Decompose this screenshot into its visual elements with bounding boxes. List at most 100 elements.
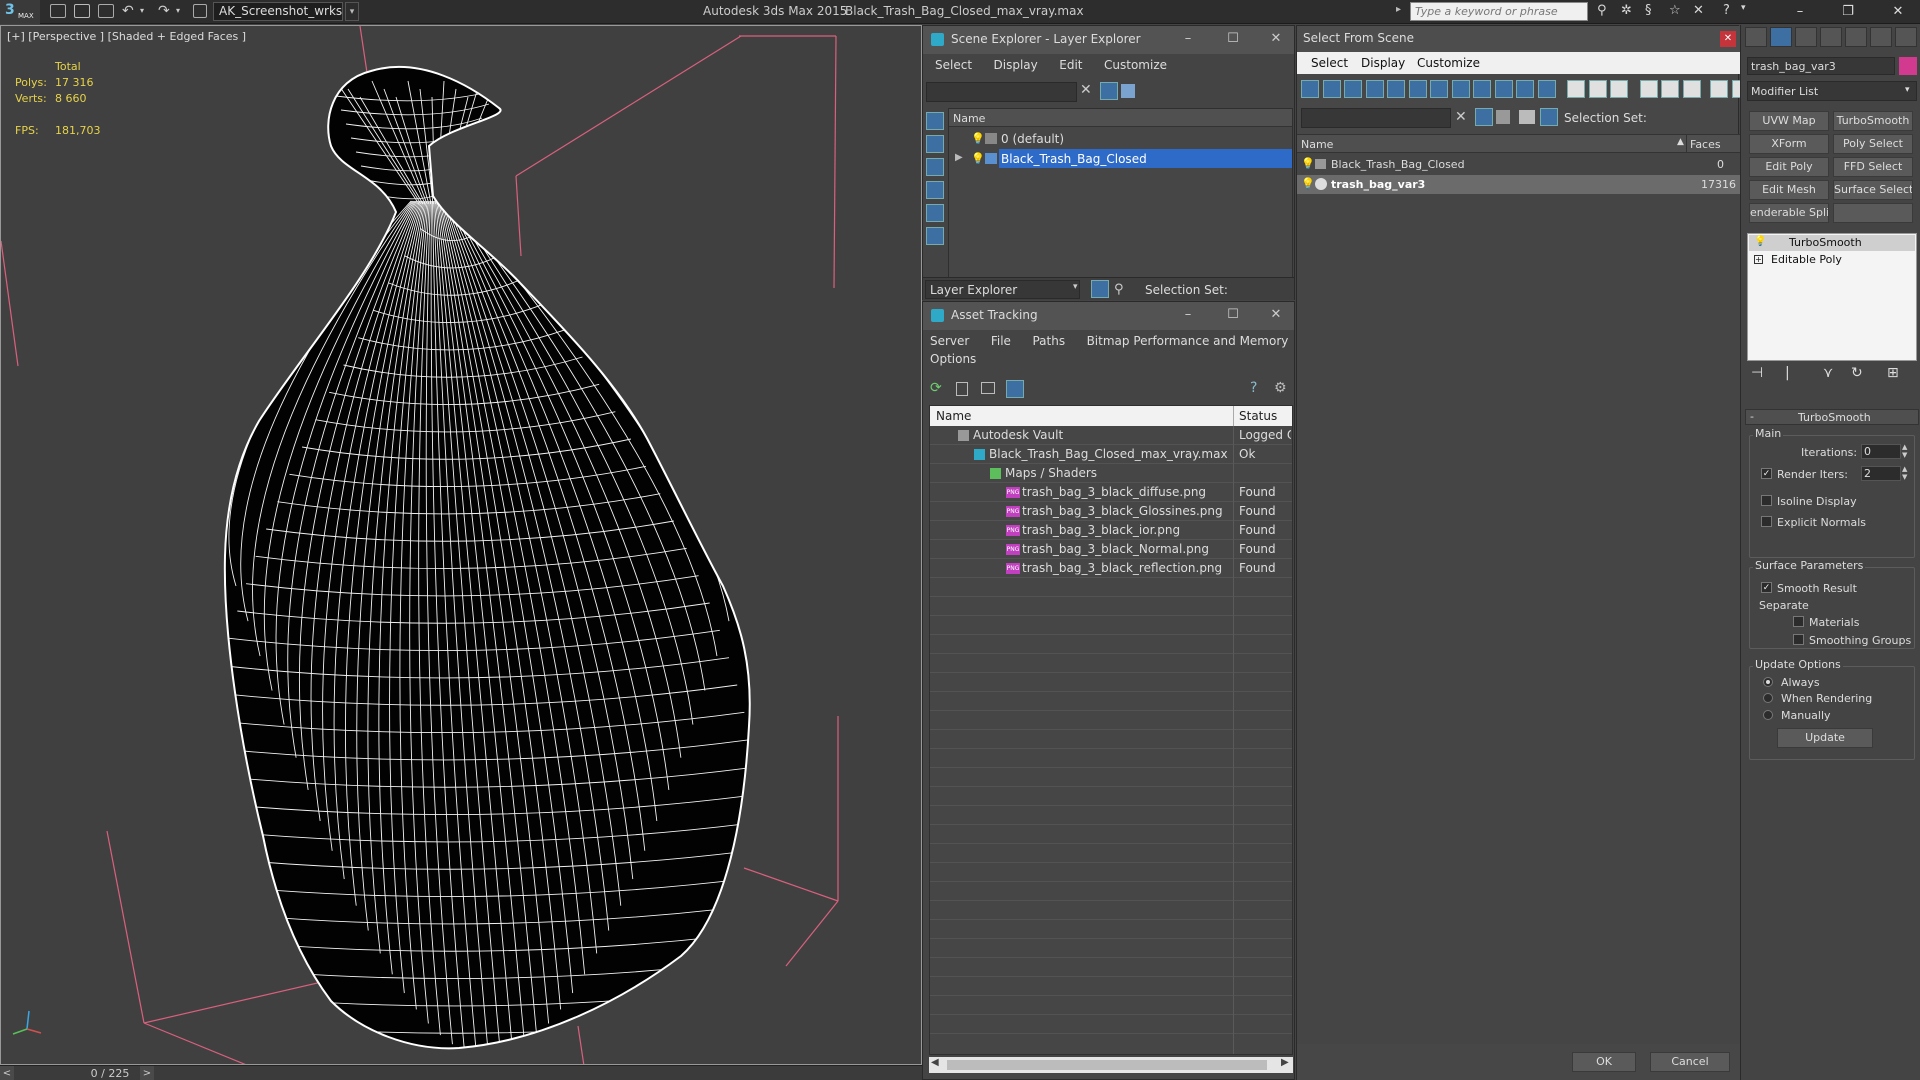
when-rendering-radio[interactable] (1763, 693, 1773, 703)
spinner-arrows-icon[interactable]: ▲ ▼ (1902, 443, 1907, 459)
workspace-dropdown[interactable]: AK_Screenshot_wrksp (213, 2, 343, 21)
explorer-type-dropdown[interactable]: Layer Explorer (925, 280, 1080, 299)
column-header-faces[interactable]: Faces (1690, 138, 1721, 151)
new-file-icon[interactable] (50, 4, 66, 18)
expand-arrow-icon[interactable]: ▶ (955, 152, 963, 163)
display-cameras-icon[interactable] (926, 181, 944, 199)
expand-plus-icon[interactable]: + (1754, 255, 1763, 264)
materials-checkbox[interactable] (1793, 616, 1804, 627)
stack-item-editable-poly[interactable]: + Editable Poly (1749, 252, 1915, 268)
cameras-icon[interactable] (1365, 80, 1384, 98)
layer-row-black-trash-bag-closed[interactable]: Black_Trash_Bag_Closed (999, 149, 1292, 168)
search-input[interactable]: Type a keyword or phrase (1410, 2, 1588, 21)
manually-radio[interactable] (1763, 710, 1773, 720)
modifier-button[interactable]: Surface Select (1833, 180, 1913, 200)
select-invert-icon[interactable] (1682, 80, 1701, 98)
select-from-scene-titlebar[interactable]: Select From Scene ✕ (1297, 26, 1740, 52)
display-geometry-icon[interactable] (926, 112, 944, 130)
asset-tracking-titlebar[interactable]: Asset Tracking – ☐ ✕ (923, 302, 1294, 330)
layer-sort-icon[interactable] (1519, 110, 1535, 124)
column-header-name[interactable]: Name (949, 109, 1292, 127)
settings-icon[interactable]: ⚙ (1274, 380, 1287, 396)
column-header-name[interactable]: Name (1301, 138, 1333, 151)
perspective-viewport[interactable]: [+] [Perspective ] [Shaded + Edged Faces… (0, 25, 922, 1065)
asset-row[interactable]: PNG trash_bag_3_black_diffuse.png Found (930, 483, 1292, 502)
select-none-icon[interactable] (1661, 80, 1679, 98)
xrefs-icon[interactable] (1451, 80, 1470, 98)
redo-dropdown-icon[interactable]: ▾ (176, 2, 180, 20)
lightbulb-icon[interactable]: 💡 (1754, 236, 1766, 247)
display-shapes-icon[interactable] (926, 135, 944, 153)
pin-stack-icon[interactable]: ⊣ (1751, 365, 1763, 381)
app-menu-button[interactable]: 3 MAX (0, 0, 40, 24)
select-all-icon[interactable] (1639, 80, 1658, 98)
invert-display-icon[interactable] (1610, 80, 1628, 98)
helpers-icon[interactable] (1387, 80, 1405, 98)
column-header-name[interactable]: Name (936, 409, 971, 423)
lightbulb-icon[interactable]: 💡 (971, 132, 985, 145)
search-expand-icon[interactable]: ▸ (1396, 4, 1401, 15)
tab-maxscript-icon[interactable] (1895, 27, 1917, 47)
hidden-icon[interactable] (1537, 80, 1556, 98)
refresh-icon[interactable]: ⟳ (930, 380, 942, 396)
modifier-button[interactable]: Edit Mesh (1749, 180, 1829, 200)
modifier-button[interactable]: Edit Poly (1749, 157, 1829, 177)
scroll-thumb[interactable] (947, 1060, 1267, 1070)
project-folder-icon[interactable] (193, 4, 207, 18)
display-spacewarps-icon[interactable] (926, 227, 944, 245)
modifier-button[interactable]: enderable Splir (1749, 203, 1829, 223)
update-button[interactable]: Update (1777, 728, 1873, 748)
menu-select[interactable]: Select (935, 58, 972, 72)
spinner-arrows-icon[interactable]: ▲ ▼ (1902, 465, 1907, 481)
asset-row[interactable]: PNG trash_bag_3_black_ior.png Found (930, 521, 1292, 540)
clear-search-icon[interactable]: ✕ (1080, 82, 1092, 98)
object-name-input[interactable]: trash_bag_var3 (1747, 57, 1895, 75)
hierarchy-icon[interactable] (1540, 108, 1558, 126)
turbosmooth-rollout-header[interactable]: - TurboSmooth (1745, 409, 1919, 425)
object-row[interactable]: 💡 Black_Trash_Bag_Closed 0 (1297, 155, 1740, 174)
tools-icon[interactable]: ✲ (1621, 3, 1632, 18)
lightbulb-icon[interactable]: 💡 (971, 152, 985, 165)
lights-icon[interactable] (1344, 80, 1362, 98)
remove-modifier-icon[interactable]: ↻ (1851, 365, 1863, 381)
display-lights-icon[interactable] (926, 158, 944, 176)
menu-select[interactable]: Select (1311, 56, 1348, 70)
layer-row-default[interactable]: 0 (default) (949, 129, 1292, 148)
close-icon[interactable]: ✕ (1878, 2, 1918, 22)
explicit-normals-checkbox[interactable] (1761, 516, 1772, 527)
geometry-icon[interactable] (1301, 80, 1319, 98)
scene-explorer-titlebar[interactable]: Scene Explorer - Layer Explorer – ☐ ✕ (923, 26, 1294, 54)
help-icon[interactable]: ? (1250, 380, 1257, 396)
thumbnail-view-icon[interactable] (981, 382, 995, 394)
asset-row[interactable]: Autodesk Vault Logged Ou (930, 426, 1292, 445)
find-case-icon[interactable] (1496, 110, 1510, 124)
spacewarps-icon[interactable] (1408, 80, 1427, 98)
lightbulb-icon[interactable]: 💡 (1301, 177, 1315, 190)
save-icon[interactable] (98, 4, 114, 18)
binoculars-icon[interactable]: ⚲ (1597, 3, 1607, 18)
restore-icon[interactable]: ❐ (1828, 2, 1868, 22)
column-header-status[interactable]: Status (1239, 409, 1277, 423)
display-helpers-icon[interactable] (926, 204, 944, 222)
scroll-left-icon[interactable]: ◀ (931, 1057, 939, 1068)
minimize-icon[interactable]: – (1173, 306, 1203, 324)
iterations-spinner[interactable]: 0 (1861, 444, 1901, 459)
close-icon[interactable]: ✕ (1261, 306, 1291, 324)
help-dropdown-icon[interactable]: ▾ (1741, 3, 1746, 13)
asset-row[interactable]: PNG trash_bag_3_black_Glossines.png Found (930, 502, 1292, 521)
layer-filter-icon[interactable] (1121, 84, 1135, 98)
make-unique-icon[interactable]: ⋎ (1823, 365, 1833, 381)
redo-icon[interactable]: ↷ (158, 2, 170, 20)
open-folder-icon[interactable] (74, 4, 90, 18)
modifier-button[interactable]: XForm (1749, 134, 1829, 154)
menu-edit[interactable]: Edit (1059, 58, 1082, 72)
undo-dropdown-icon[interactable]: ▾ (140, 2, 144, 20)
hierarchy-icon[interactable]: ⚲ (1114, 282, 1124, 297)
display-none-icon[interactable] (1588, 80, 1607, 98)
filter-options-icon[interactable] (1710, 80, 1728, 98)
ok-button[interactable]: OK (1572, 1052, 1636, 1072)
horizontal-scrollbar[interactable]: ◀ ▶ (929, 1057, 1293, 1073)
menu-customize[interactable]: Customize (1417, 56, 1480, 70)
minimize-icon[interactable]: – (1173, 30, 1203, 48)
smooth-result-checkbox[interactable]: ✓ (1761, 582, 1772, 593)
